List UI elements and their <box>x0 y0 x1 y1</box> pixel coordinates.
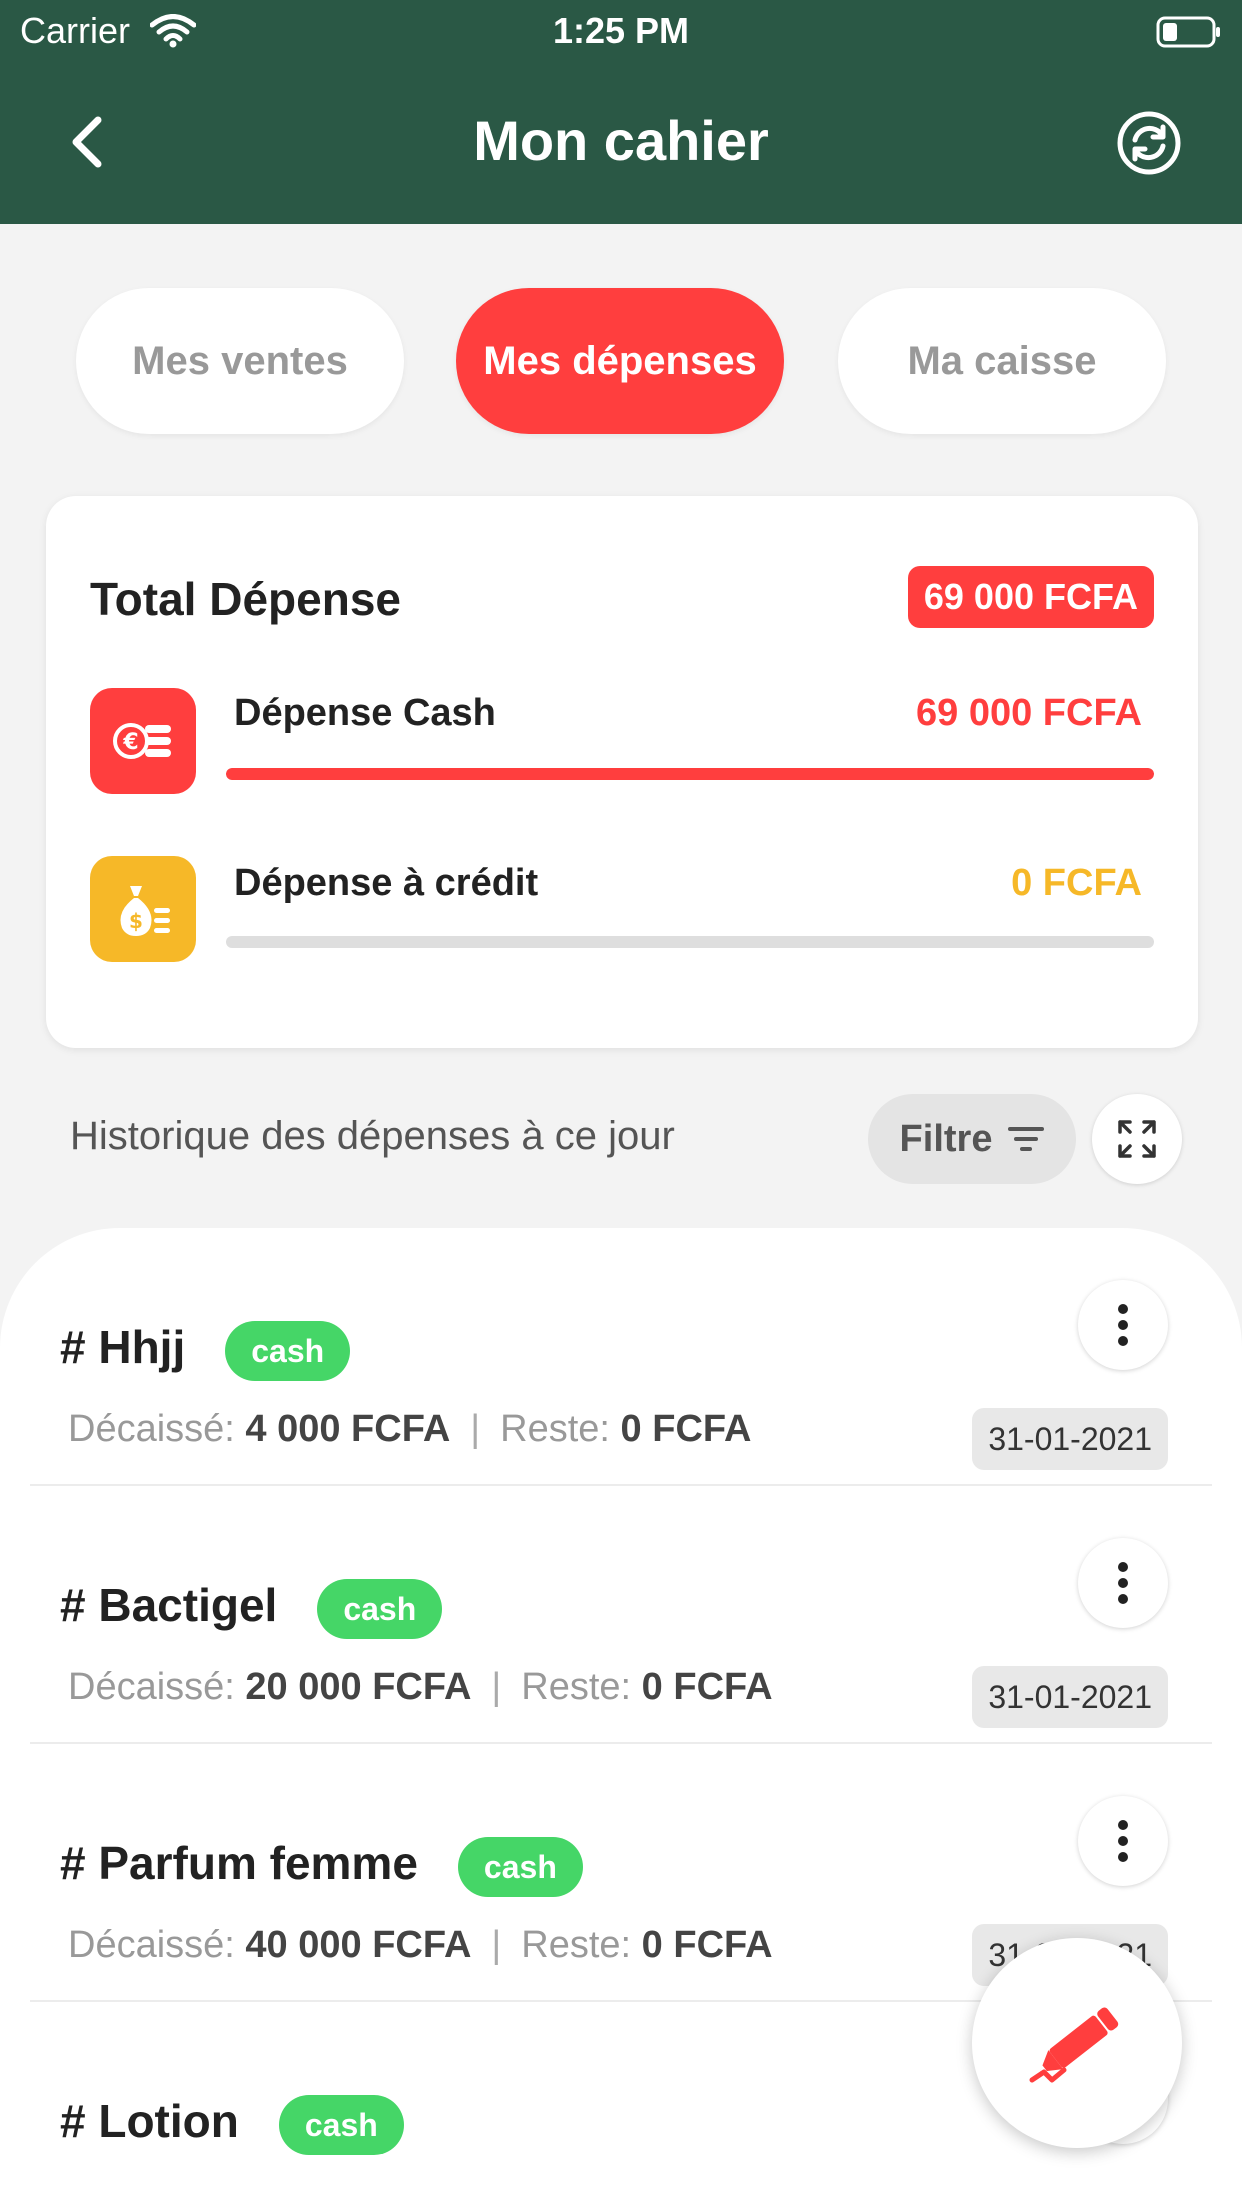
filter-icon <box>1008 1127 1045 1151</box>
expense-name: # Bactigel <box>60 1579 278 1631</box>
pencil-icon <box>1029 2007 1119 2083</box>
payment-badge: cash <box>225 1320 351 1381</box>
disbursed-value: 20 000 FCFA <box>245 1666 472 1708</box>
expense-item[interactable]: # Hhjj cash Décaissé: 4 000 FCFA | Reste: 0… <box>30 1228 1212 1486</box>
remaining-label: Reste: <box>500 1408 610 1450</box>
battery-icon <box>1156 16 1222 48</box>
tab-mes-depenses[interactable]: Mes dépenses <box>456 288 784 434</box>
credit-progress-bar <box>226 936 1154 948</box>
tab-ma-caisse[interactable]: Ma caisse <box>838 288 1166 434</box>
page-title: Mon cahier <box>473 109 769 172</box>
expense-item[interactable]: # Bactigel cash Décaissé: 20 000 FCFA | Res… <box>30 1486 1212 1744</box>
expense-name: # Parfum femme <box>60 1837 418 1889</box>
credit-expense-label: Dépense à crédit <box>234 862 539 904</box>
date-badge: 31-01-2021 <box>972 1666 1168 1728</box>
more-options-button[interactable] <box>1078 1796 1168 1886</box>
cash-progress-bar <box>226 768 1154 780</box>
disbursed-label: Décaissé: <box>68 1408 235 1450</box>
expense-name-row: # Hhjj cash <box>60 1320 351 1381</box>
expand-button[interactable] <box>1092 1094 1182 1184</box>
expense-name: # Lotion <box>60 2095 239 2147</box>
cash-expense-value: 69 000 FCFA <box>916 692 1142 734</box>
expense-amounts: Décaissé: 40 000 FCFA | Reste: 0 FCFA <box>68 1924 773 1967</box>
expense-name-row: # Bactigel cash <box>60 1578 443 1639</box>
more-vertical-icon <box>1118 1562 1128 1604</box>
cash-expense-label: Dépense Cash <box>234 692 496 734</box>
disbursed-value: 40 000 FCFA <box>245 1924 472 1966</box>
expense-summary-card: Total Dépense 69 000 FCFA € Dépense Cash… <box>46 496 1198 1048</box>
history-title: Historique des dépenses à ce jour <box>70 1114 675 1158</box>
cash-progress-fill <box>226 768 1154 780</box>
remaining-value: 0 FCFA <box>620 1408 752 1450</box>
disbursed-label: Décaissé: <box>68 1924 235 1966</box>
new-expense-button[interactable] <box>972 1938 1182 2148</box>
more-options-button[interactable] <box>1078 1280 1168 1370</box>
filter-label: Filtre <box>899 1117 993 1160</box>
credit-expense-value: 0 FCFA <box>1011 862 1142 904</box>
more-vertical-icon <box>1118 1304 1128 1346</box>
coins-icon: € <box>90 688 196 794</box>
payment-badge: cash <box>457 1836 583 1897</box>
payment-badge: cash <box>317 1578 443 1639</box>
expense-name: # Hhjj <box>60 1321 186 1373</box>
money-bag-icon: $ <box>90 856 196 962</box>
more-vertical-icon <box>1118 1820 1128 1862</box>
tab-mes-ventes[interactable]: Mes ventes <box>76 288 404 434</box>
remaining-label: Reste: <box>521 1924 632 1966</box>
svg-text:€: € <box>122 730 138 755</box>
expense-amounts: Décaissé: 20 000 FCFA | Reste: 0 FCFA <box>68 1666 773 1709</box>
separator: | <box>491 1924 502 1966</box>
status-time: 1:25 PM <box>552 10 690 51</box>
expense-name-row: # Lotion cash <box>60 2094 404 2155</box>
app-header: Mon cahier <box>0 60 1242 224</box>
separator: | <box>470 1408 481 1450</box>
remaining-label: Reste: <box>521 1666 632 1708</box>
date-badge: 31-01-2021 <box>972 1408 1168 1470</box>
status-bar: Carrier 1:25 PM <box>0 0 1242 60</box>
refresh-icon <box>1117 111 1181 175</box>
more-options-button[interactable] <box>1078 1538 1168 1628</box>
svg-text:$: $ <box>129 909 143 933</box>
expense-amounts: Décaissé: 4 000 FCFA | Reste: 0 FCFA <box>68 1408 751 1451</box>
expense-name-row: # Parfum femme cash <box>60 1836 583 1897</box>
remaining-value: 0 FCFA <box>641 1924 773 1966</box>
filter-button[interactable]: Filtre <box>868 1094 1076 1184</box>
total-badge: 69 000 FCFA <box>907 566 1154 628</box>
disbursed-label: Décaissé: <box>68 1666 235 1708</box>
disbursed-value: 4 000 FCFA <box>245 1408 451 1450</box>
summary-title: Total Dépense <box>90 573 401 625</box>
refresh-button[interactable] <box>1116 110 1182 176</box>
expand-icon <box>1118 1120 1156 1158</box>
payment-badge: cash <box>278 2094 404 2155</box>
remaining-value: 0 FCFA <box>641 1666 773 1708</box>
separator: | <box>491 1666 502 1708</box>
